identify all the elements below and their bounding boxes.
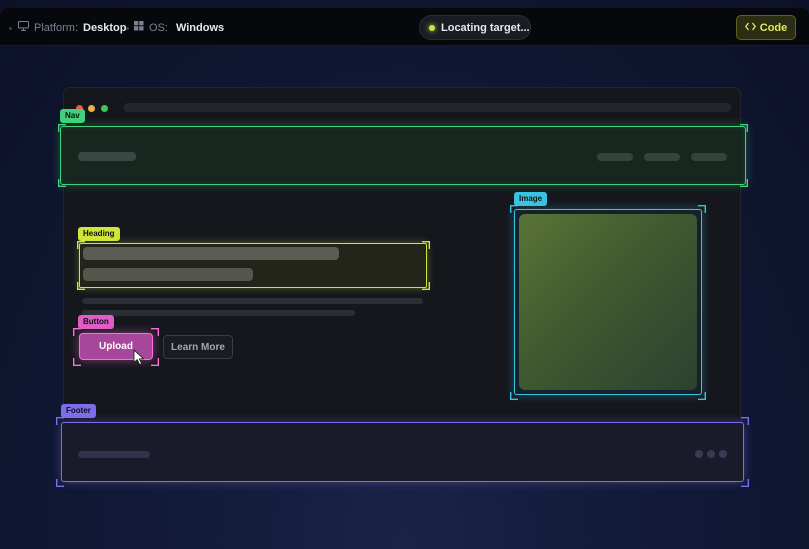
learn-more-button[interactable]: Learn More [163, 335, 233, 359]
button-region: Upload [73, 328, 159, 366]
footer-dot-placeholder [707, 450, 715, 458]
upload-button-label: Upload [99, 341, 133, 352]
separator-dot [126, 27, 129, 30]
footer-text-placeholder [78, 451, 150, 458]
heading-line-placeholder [83, 268, 253, 281]
window-minimize-dot [88, 105, 95, 112]
nav-link-placeholder [597, 153, 633, 161]
platform-value: Desktop [83, 21, 127, 34]
image-highlight [514, 209, 702, 395]
top-bar: Platform: Desktop OS: Windows Locating t… [0, 8, 809, 46]
os-label: OS: [149, 21, 168, 34]
nav-link-placeholder [691, 153, 727, 161]
button-region-tag: Button [78, 315, 114, 329]
platform-info: Platform: Desktop [18, 21, 126, 34]
code-button-label: Code [759, 21, 788, 34]
paragraph-line-placeholder [82, 298, 423, 304]
image-region[interactable] [510, 205, 706, 400]
pointer-cursor-icon [133, 349, 145, 366]
windows-icon [134, 21, 144, 34]
heading-highlight [79, 243, 427, 288]
nav-region[interactable] [58, 124, 748, 187]
code-button[interactable]: Code [736, 15, 796, 40]
heading-region[interactable] [77, 241, 430, 290]
nav-logo-placeholder [78, 152, 136, 161]
window-maximize-dot [101, 105, 108, 112]
status-pill: Locating target... [419, 15, 531, 40]
address-bar-placeholder [124, 103, 731, 112]
footer-dot-placeholder [695, 450, 703, 458]
footer-dot-placeholder [719, 450, 727, 458]
nav-link-placeholder [644, 153, 680, 161]
os-info: OS: Windows [134, 21, 224, 34]
image-placeholder [519, 214, 697, 390]
status-text: Locating target... [441, 21, 530, 34]
os-value: Windows [175, 21, 225, 34]
footer-region-tag: Footer [61, 404, 96, 418]
learn-more-button-label: Learn More [171, 341, 225, 353]
code-brackets-icon [744, 22, 756, 34]
nav-region-tag: Nav [60, 109, 85, 123]
heading-region-tag: Heading [78, 227, 120, 241]
nav-highlight [60, 126, 746, 185]
footer-highlight [61, 422, 744, 482]
paragraph-line-placeholder [82, 310, 355, 316]
heading-line-placeholder [83, 247, 339, 260]
platform-label: Platform: [34, 21, 79, 34]
footer-region[interactable] [56, 417, 749, 487]
monitor-icon [18, 21, 29, 34]
separator-dot [9, 27, 12, 30]
status-dot [429, 24, 435, 31]
image-region-tag: Image [514, 192, 548, 206]
